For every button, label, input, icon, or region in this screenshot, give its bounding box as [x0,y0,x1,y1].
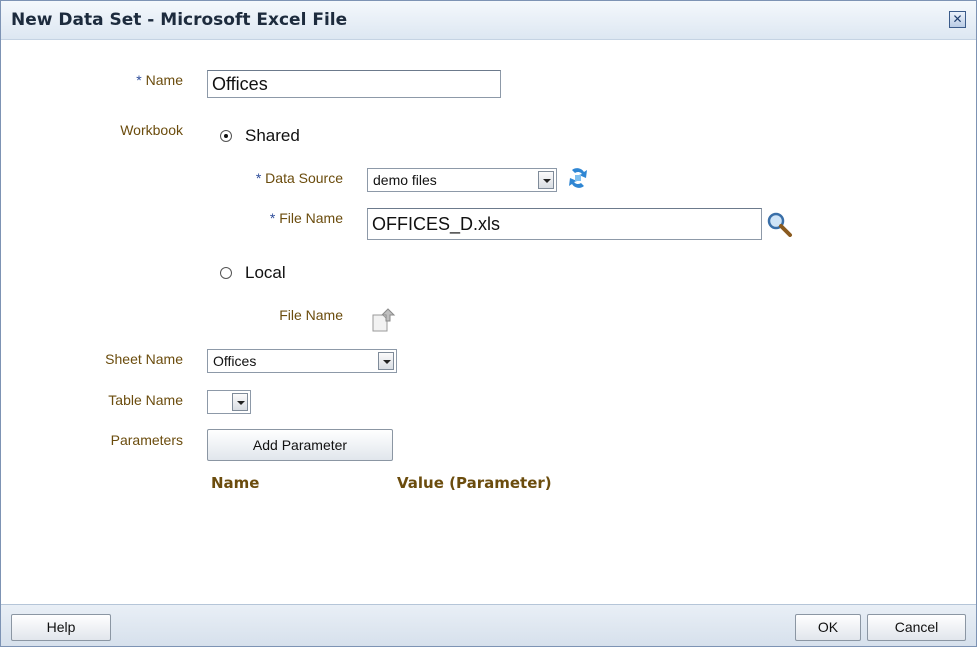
data-source-value: demo files [373,172,437,188]
search-icon[interactable] [766,211,794,237]
column-header-value: Value (Parameter) [397,474,552,492]
local-radio[interactable] [220,267,232,279]
new-data-set-dialog: New Data Set - Microsoft Excel File ✕ * … [0,0,977,647]
local-radio-label: Local [245,263,286,282]
parameters-label: Parameters [110,432,183,448]
workbook-label: Workbook [120,122,183,138]
upload-icon[interactable] [369,307,397,333]
local-file-name-label: File Name [279,307,343,323]
table-name-label: Table Name [108,392,183,408]
chevron-down-icon[interactable] [378,352,394,370]
dialog-title: New Data Set - Microsoft Excel File [11,10,348,30]
help-button[interactable]: Help [11,614,111,641]
shared-radio-label: Shared [245,126,300,145]
sheet-name-value: Offices [213,353,257,369]
shared-file-name-input[interactable]: OFFICES_D.xls [367,208,762,240]
name-label: * Name [136,72,183,88]
close-icon: ✕ [952,12,963,26]
close-button[interactable]: ✕ [949,11,966,28]
dialog-footer: Help OK Cancel [1,604,976,646]
chevron-down-icon[interactable] [538,171,554,189]
cancel-button[interactable]: Cancel [867,614,966,641]
table-name-select[interactable] [207,390,251,414]
sheet-name-select[interactable]: Offices [207,349,397,373]
data-source-label: * Data Source [255,170,343,186]
data-source-select[interactable]: demo files [367,168,557,192]
column-header-name: Name [211,474,260,492]
chevron-down-icon[interactable] [232,393,248,411]
dialog-title-bar: New Data Set - Microsoft Excel File ✕ [1,1,976,40]
ok-button[interactable]: OK [795,614,861,641]
add-parameter-button[interactable]: Add Parameter [207,429,393,461]
refresh-icon[interactable] [564,166,592,190]
shared-file-name-label: * File Name [269,210,343,226]
sheet-name-label: Sheet Name [105,351,183,367]
shared-radio[interactable] [220,130,232,142]
name-input[interactable]: Offices [207,70,501,98]
